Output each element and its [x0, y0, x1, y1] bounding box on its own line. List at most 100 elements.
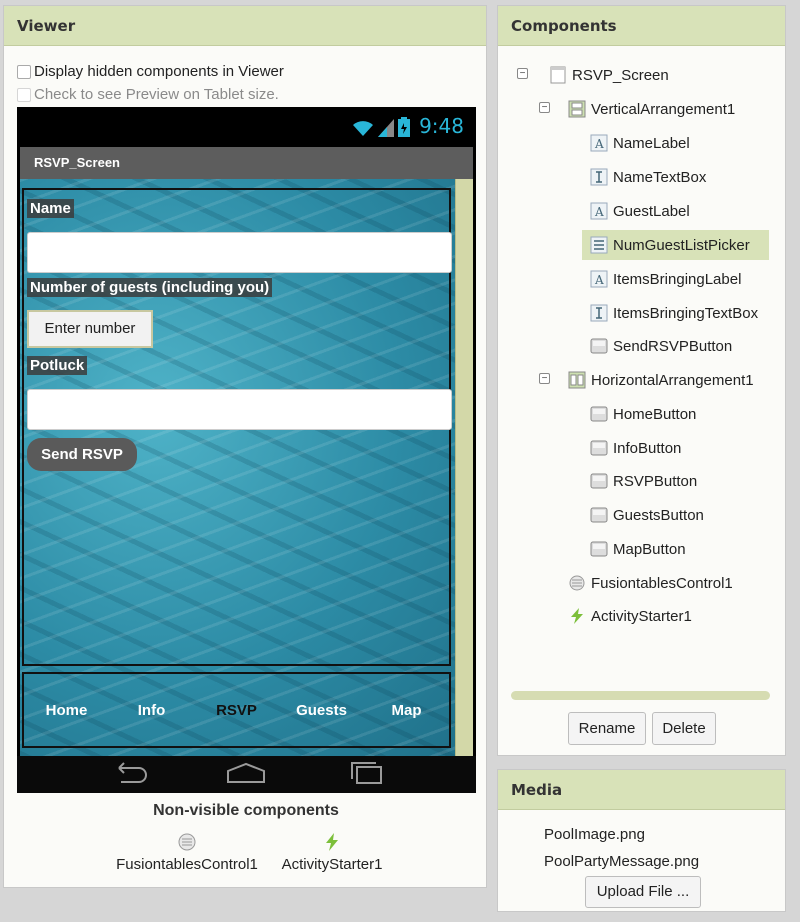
tablet-preview-row[interactable]: Check to see Preview on Tablet size. [17, 86, 279, 103]
battery-icon [398, 117, 410, 137]
tree-item-guest-label[interactable]: A GuestLabel [590, 196, 690, 226]
tree-item-horizontal-arrangement[interactable]: HorizontalArrangement1 [568, 365, 754, 395]
tree-item-vertical-arrangement[interactable]: VerticalArrangement1 [568, 94, 735, 124]
svg-text:A: A [594, 273, 604, 287]
screen-icon [550, 66, 566, 84]
tree-label: HorizontalArrangement1 [591, 371, 754, 389]
rsvp-button[interactable]: RSVP [197, 702, 277, 719]
status-icons [352, 117, 410, 137]
button-icon [590, 507, 608, 523]
display-hidden-row[interactable]: Display hidden components in Viewer [17, 63, 284, 80]
tablet-preview-checkbox[interactable] [17, 87, 31, 102]
info-button[interactable]: Info [112, 702, 192, 719]
button-icon [590, 338, 608, 354]
horizontal-arrangement[interactable]: Home Info RSVP Guests Map [22, 672, 451, 748]
items-bringing-textbox[interactable] [27, 389, 452, 430]
tree-item-items-bringing-textbox[interactable]: ItemsBringingTextBox [590, 298, 758, 328]
button-icon [590, 406, 608, 422]
tree-item-fusiontables-control[interactable]: FusiontablesControl1 [568, 568, 733, 598]
status-time: 9:48 [419, 114, 464, 138]
tree-item-guests-button[interactable]: GuestsButton [590, 500, 704, 530]
horizontal-arrangement-icon [568, 371, 586, 389]
components-scrollbar[interactable] [511, 691, 770, 700]
tree-label: NameTextBox [613, 168, 707, 186]
collapse-screen-toggle[interactable]: − [517, 68, 528, 79]
button-icon [590, 473, 608, 489]
signal-icon [378, 119, 394, 137]
map-button[interactable]: Map [367, 702, 447, 719]
activity-starter-icon [326, 833, 338, 851]
upload-file-button[interactable]: Upload File ... [585, 876, 701, 908]
tree-label: InfoButton [613, 439, 682, 457]
android-nav-bar [17, 756, 476, 793]
tree-label: GuestsButton [613, 506, 704, 524]
tree-item-home-button[interactable]: HomeButton [590, 399, 696, 429]
nonvisible-fusiontables-label: FusiontablesControl1 [116, 856, 258, 873]
home-nav-icon [227, 762, 265, 783]
textbox-icon [590, 168, 608, 186]
media-title: Media [498, 770, 785, 810]
tree-label: VerticalArrangement1 [591, 100, 736, 118]
viewer-title: Viewer [4, 6, 486, 46]
tree-label: NameLabel [613, 134, 690, 152]
tree-label: SendRSVPButton [613, 337, 733, 355]
vertical-arrangement-icon [568, 100, 586, 118]
collapse-horizontal-toggle[interactable]: − [539, 373, 550, 384]
listpicker-icon [590, 236, 608, 254]
tablet-preview-label: Check to see Preview on Tablet size. [34, 86, 279, 103]
media-panel: Media PoolImage.png PoolPartyMessage.png… [497, 769, 786, 912]
tree-label: MapButton [613, 540, 686, 558]
tree-item-activity-starter[interactable]: ActivityStarter1 [568, 601, 692, 631]
tree-item-map-button[interactable]: MapButton [590, 534, 686, 564]
back-icon [118, 762, 147, 783]
delete-button[interactable]: Delete [652, 712, 716, 745]
tree-item-name-textbox[interactable]: NameTextBox [590, 162, 706, 192]
potluck-label[interactable]: Potluck [27, 356, 88, 375]
wifi-icon [353, 121, 373, 136]
activity-starter-icon [571, 608, 583, 624]
media-file-pool-image[interactable]: PoolImage.png [544, 826, 645, 843]
tree-item-rsvp-button[interactable]: RSVPButton [590, 466, 697, 496]
guests-button[interactable]: Guests [282, 702, 362, 719]
button-icon [590, 541, 608, 557]
label-icon: A [590, 134, 608, 152]
rename-button[interactable]: Rename [568, 712, 646, 745]
tree-label: ItemsBringingLabel [613, 270, 742, 288]
nonvisible-fusiontables[interactable]: FusiontablesControl1 [107, 832, 267, 873]
components-title: Components [498, 6, 785, 46]
recents-icon [351, 762, 382, 784]
name-textbox[interactable] [27, 232, 452, 273]
textbox-icon [590, 304, 608, 322]
screen-title-bar: RSVP_Screen [20, 147, 473, 179]
tree-label: HomeButton [613, 405, 697, 423]
tree-item-num-guest-list-picker[interactable]: NumGuestListPicker [582, 230, 769, 260]
display-hidden-label: Display hidden components in Viewer [34, 63, 284, 80]
nonvisible-activity-starter[interactable]: ActivityStarter1 [272, 832, 392, 873]
tree-item-rsvp-screen[interactable]: RSVP_Screen [549, 60, 669, 90]
button-icon [590, 440, 608, 456]
guests-label[interactable]: Number of guests (including you) [27, 278, 273, 297]
display-hidden-checkbox[interactable] [17, 64, 31, 79]
screen-scrollbar[interactable] [455, 179, 473, 756]
tree-item-send-rsvp-button[interactable]: SendRSVPButton [590, 331, 732, 361]
label-icon: A [590, 270, 608, 288]
tree-item-items-bringing-label[interactable]: A ItemsBringingLabel [590, 264, 741, 294]
home-button[interactable]: Home [27, 702, 107, 719]
media-file-pool-party-message[interactable]: PoolPartyMessage.png [544, 853, 699, 870]
name-label[interactable]: Name [27, 199, 74, 218]
tree-label: GuestLabel [613, 202, 690, 220]
tree-label: RSVPButton [613, 472, 698, 490]
tree-label: NumGuestListPicker [613, 236, 750, 254]
tree-item-info-button[interactable]: InfoButton [590, 433, 681, 463]
collapse-vertical-toggle[interactable]: − [539, 102, 550, 113]
label-icon: A [590, 202, 608, 220]
num-guest-list-picker[interactable]: Enter number [27, 310, 153, 348]
vertical-arrangement[interactable]: Name Number of guests (including you) En… [22, 188, 452, 666]
phone-preview: 9:48 RSVP_Screen Name Number of guests (… [17, 107, 476, 793]
components-panel: Components − RSVP_Screen − VerticalArran… [497, 5, 786, 756]
app-screen: Name Number of guests (including you) En… [20, 179, 473, 756]
send-rsvp-button[interactable]: Send RSVP [27, 438, 137, 471]
viewer-panel: Viewer Display hidden components in View… [3, 5, 487, 888]
tree-item-name-label[interactable]: A NameLabel [590, 128, 690, 158]
svg-text:A: A [594, 205, 604, 219]
